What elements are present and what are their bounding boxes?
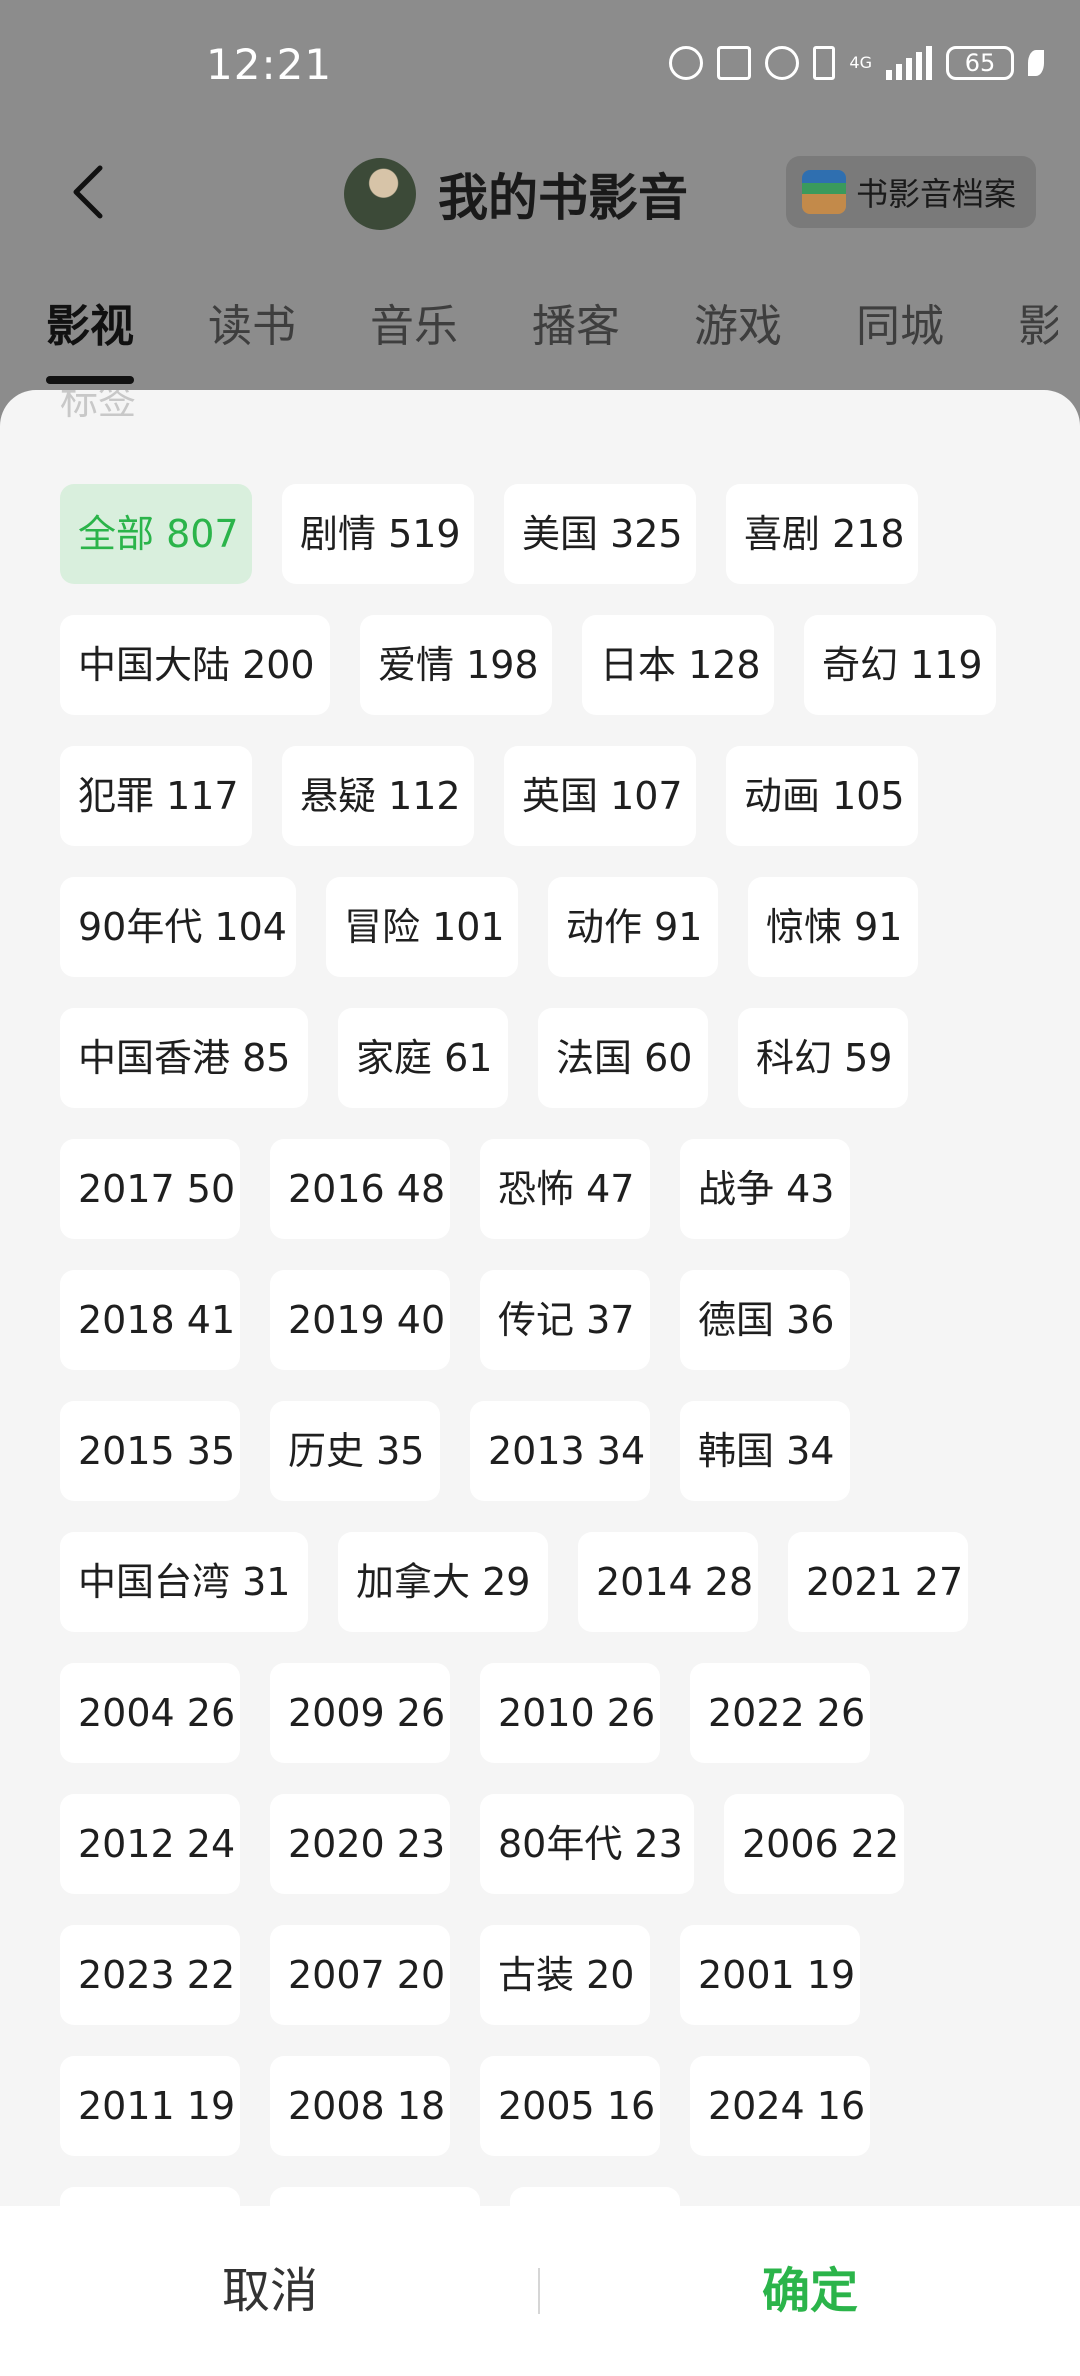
tag-chip[interactable]: 90年代 104 [60, 877, 296, 977]
tag-chip[interactable]: 2001 19 [680, 1925, 860, 2025]
header: 我的书影音 书影音档案 [0, 140, 1080, 250]
tag-chip[interactable]: 加拿大 29 [338, 1532, 548, 1632]
status-bar: 12:21 4G 65 [0, 0, 1080, 140]
tag-chip[interactable]: 2011 19 [60, 2056, 240, 2156]
tag-chip[interactable]: 古装 20 [480, 1925, 650, 2025]
tag-chip[interactable]: 2024 16 [690, 2056, 870, 2156]
tag-chip[interactable]: 2021 27 [788, 1532, 968, 1632]
tag-chip[interactable]: 2018 41 [60, 1270, 240, 1370]
tag-chip[interactable]: 恐怖 47 [480, 1139, 650, 1239]
hd-call-icon [669, 46, 704, 80]
tag-chip[interactable]: 家庭 61 [338, 1008, 508, 1108]
signal-icon [886, 46, 932, 80]
battery-icon: 65 [946, 46, 1014, 80]
tag-chip[interactable]: 美国 325 [504, 484, 696, 584]
tab-books[interactable]: 读书 [208, 290, 296, 354]
tag-chip[interactable]: 2010 26 [480, 1663, 660, 1763]
bluetooth-icon [813, 46, 836, 80]
tab-movies[interactable]: 影视 [46, 290, 134, 354]
tag-chip[interactable]: 2006 22 [724, 1794, 904, 1894]
tag-chip[interactable]: 德国 36 [680, 1270, 850, 1370]
tag-chip[interactable]: 2023 22 [60, 1925, 240, 2025]
tag-chip[interactable]: 全部 807 [60, 484, 252, 584]
archive-button[interactable]: 书影音档案 [786, 156, 1036, 228]
tag-chip[interactable]: 韩国 34 [680, 1401, 850, 1501]
active-tab-indicator [46, 376, 134, 384]
status-icons: 4G 65 [669, 46, 1044, 80]
tag-chip[interactable]: 科幻 59 [738, 1008, 908, 1108]
tab-music[interactable]: 音乐 [370, 290, 458, 354]
tag-chip[interactable]: 惊悚 91 [748, 877, 918, 977]
tab-games[interactable]: 游戏 [694, 290, 782, 354]
archive-button-label: 书影音档案 [856, 175, 1017, 213]
tag-chip[interactable]: 犯罪 117 [60, 746, 252, 846]
tag-chip[interactable]: 2022 26 [690, 1663, 870, 1763]
network-type: 4G [849, 53, 872, 72]
cancel-button[interactable]: 取消 [0, 2206, 540, 2376]
tag-chip[interactable]: 2009 26 [270, 1663, 450, 1763]
tag-chip[interactable]: 中国香港 85 [60, 1008, 308, 1108]
tag-chip[interactable]: 喜剧 218 [726, 484, 918, 584]
archive-box-icon [802, 170, 846, 214]
tab-podcasts[interactable]: 播客 [532, 290, 620, 354]
tag-chip[interactable]: 爱情 198 [360, 615, 552, 715]
tag-chip[interactable]: 2020 23 [270, 1794, 450, 1894]
status-time: 12:21 [206, 40, 333, 89]
title-group: 我的书影音 [344, 158, 688, 230]
tab-local[interactable]: 同城 [856, 290, 944, 354]
tag-chip[interactable]: 2015 35 [60, 1401, 240, 1501]
tag-chip[interactable]: 剧情 519 [282, 484, 474, 584]
tag-chip[interactable]: 动作 91 [548, 877, 718, 977]
tag-chip[interactable]: 2004 26 [60, 1663, 240, 1763]
eco-leaf-icon [1028, 50, 1044, 76]
sheet-title: 标签 [60, 390, 137, 423]
tag-chip[interactable]: 2019 40 [270, 1270, 450, 1370]
avatar[interactable] [344, 158, 416, 230]
back-arrow-icon[interactable] [62, 162, 122, 222]
tag-filter-sheet: 标签 全部 807 剧情 519 美国 325 喜剧 218 中国大陆 200 … [0, 390, 1080, 2376]
tag-chip[interactable]: 悬疑 112 [282, 746, 474, 846]
confirm-button[interactable]: 确定 [540, 2206, 1080, 2376]
tab-more-clipped[interactable]: 影 [1018, 290, 1058, 354]
tag-chip[interactable]: 80年代 23 [480, 1794, 694, 1894]
tag-chip[interactable]: 2016 48 [270, 1139, 450, 1239]
tag-chip[interactable]: 动画 105 [726, 746, 918, 846]
alarm-icon [765, 46, 800, 80]
tag-chip[interactable]: 传记 37 [480, 1270, 650, 1370]
tag-chip[interactable]: 2012 24 [60, 1794, 240, 1894]
tag-chip[interactable]: 冒险 101 [326, 877, 518, 977]
page-title: 我的书影音 [438, 169, 688, 227]
tag-chip[interactable]: 历史 35 [270, 1401, 440, 1501]
tag-chip[interactable]: 英国 107 [504, 746, 696, 846]
category-tabs: 影视 读书 音乐 播客 游戏 同城 影 [0, 290, 1080, 390]
sheet-footer: 取消 确定 [0, 2206, 1080, 2376]
tag-chip[interactable]: 日本 128 [582, 615, 774, 715]
tag-chip[interactable]: 2008 18 [270, 2056, 450, 2156]
tag-chip[interactable]: 中国大陆 200 [60, 615, 330, 715]
tag-chip[interactable]: 中国台湾 31 [60, 1532, 308, 1632]
tag-chip[interactable]: 2014 28 [578, 1532, 758, 1632]
tag-chip[interactable]: 战争 43 [680, 1139, 850, 1239]
tag-chip[interactable]: 奇幻 119 [804, 615, 996, 715]
tag-chip[interactable]: 法国 60 [538, 1008, 708, 1108]
tag-chip[interactable]: 2013 34 [470, 1401, 650, 1501]
tag-chip[interactable]: 2017 50 [60, 1139, 240, 1239]
nfc-icon [717, 46, 752, 80]
tag-chip[interactable]: 2005 16 [480, 2056, 660, 2156]
tag-chip[interactable]: 2007 20 [270, 1925, 450, 2025]
